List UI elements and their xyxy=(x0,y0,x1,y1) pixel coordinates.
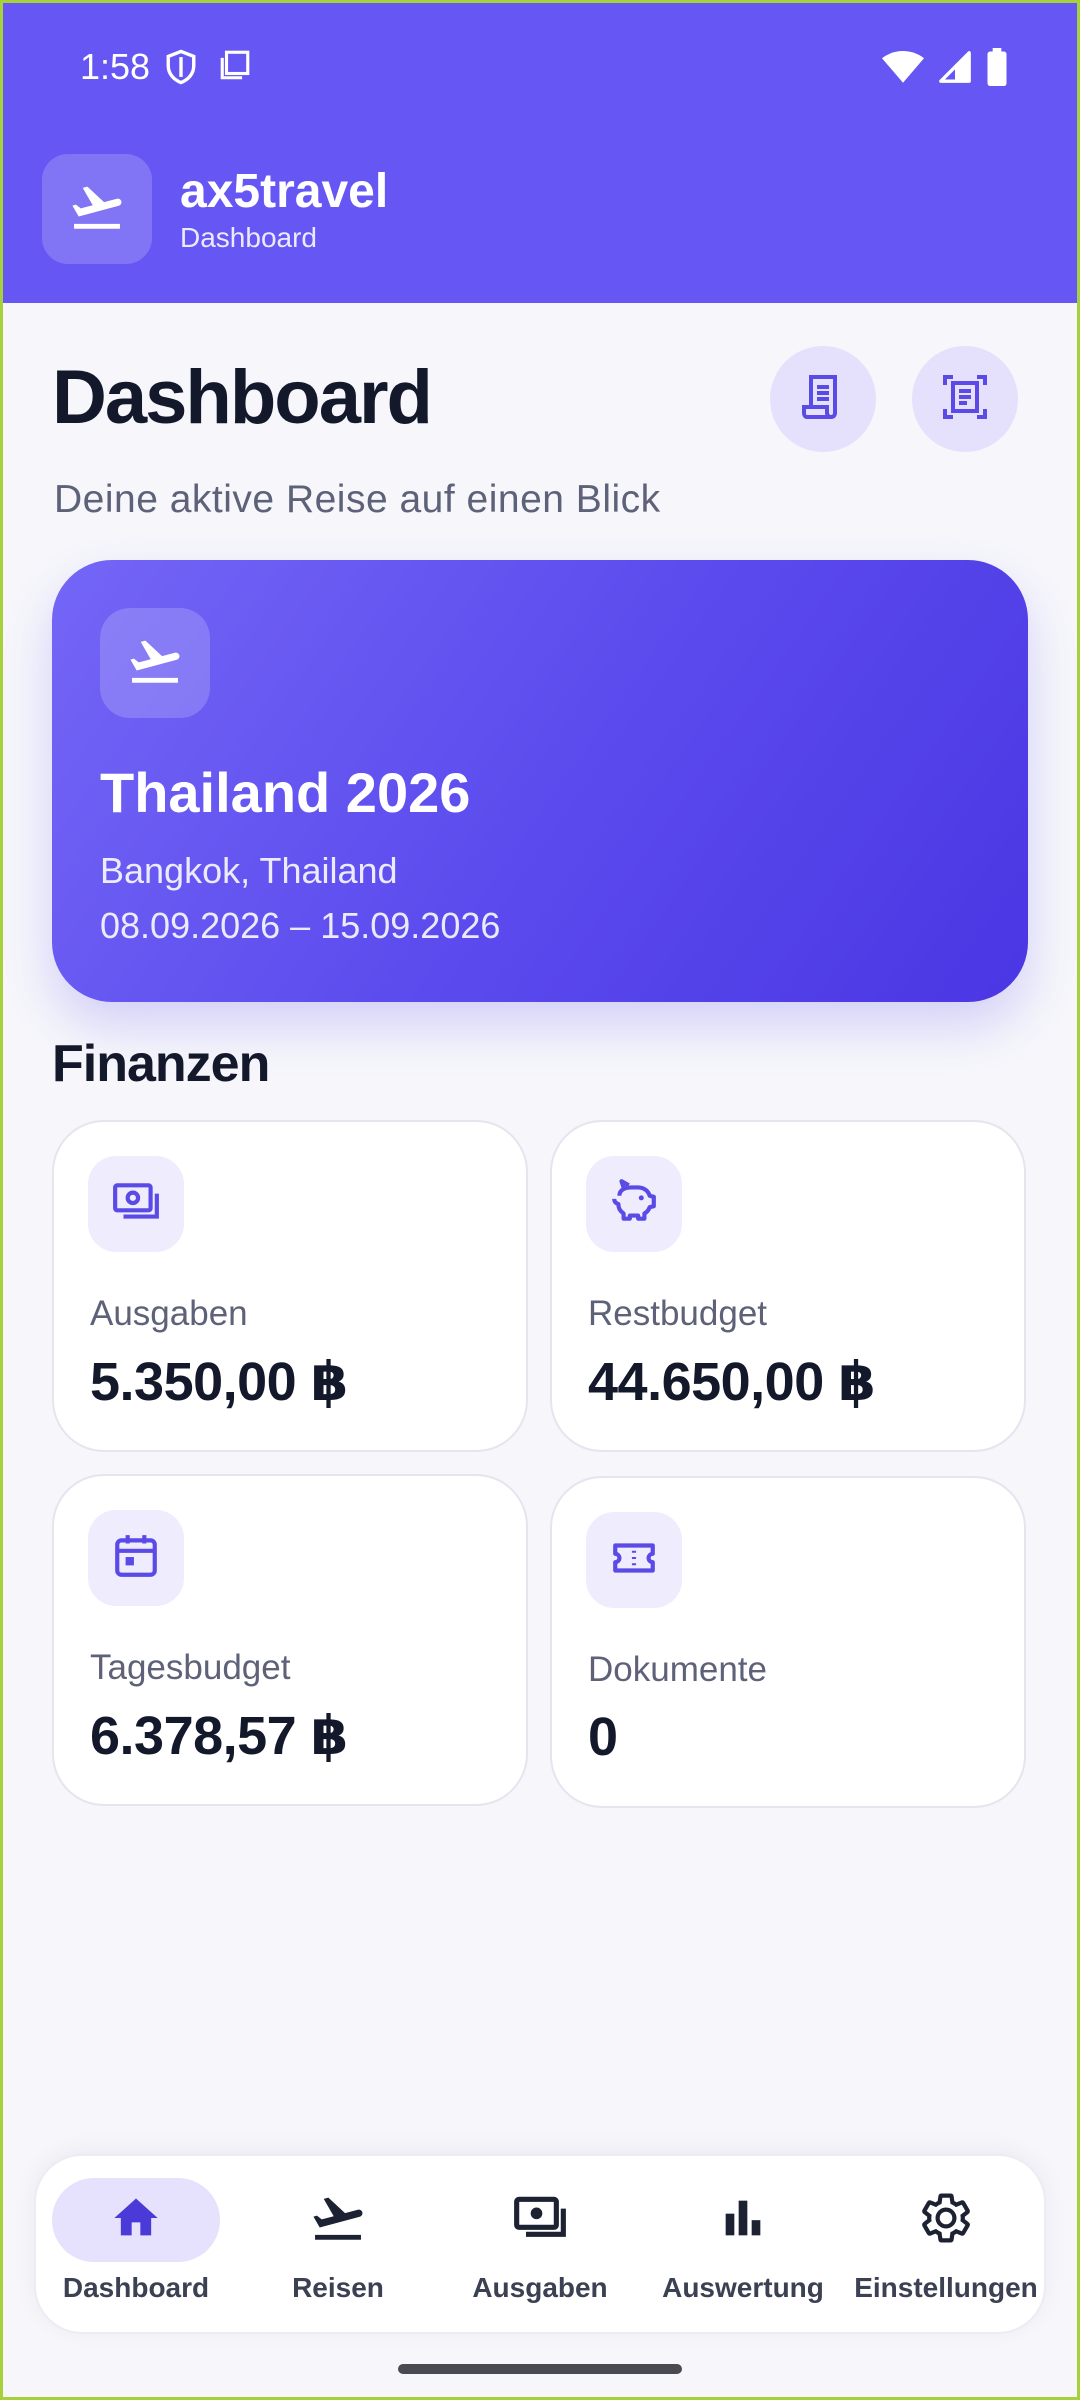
documents-icon-badge xyxy=(586,1512,682,1608)
nav-label: Einstellungen xyxy=(854,2272,1038,2303)
remaining-budget-icon-badge xyxy=(586,1156,682,1252)
daily-budget-icon-badge xyxy=(88,1510,184,1606)
documents-card[interactable]: Dokumente 0 xyxy=(550,1476,1026,1808)
nav-item-ausgaben[interactable]: Ausgaben xyxy=(440,2156,640,2336)
nav-icon-holder xyxy=(862,2178,1030,2262)
home-icon xyxy=(110,2192,162,2249)
app-bar-subtitle: Dashboard xyxy=(180,222,317,253)
nav-item-auswertung[interactable]: Auswertung xyxy=(643,2156,843,2336)
piggy-bank-icon xyxy=(609,1177,659,1232)
active-trip-card[interactable]: Thailand 2026 Bangkok, Thailand 08.09.20… xyxy=(52,560,1028,1002)
trip-icon-badge xyxy=(100,608,210,718)
copy-icon xyxy=(218,48,252,86)
page-subtitle: Deine aktive Reise auf einen Blick xyxy=(54,478,661,521)
receipt-button[interactable] xyxy=(770,346,876,452)
flight-takeoff-icon xyxy=(126,632,184,695)
daily-budget-label: Tagesbudget xyxy=(90,1648,291,1687)
finances-title: Finanzen xyxy=(52,1035,270,1093)
nav-icon-holder xyxy=(659,2178,827,2262)
battery-icon xyxy=(986,48,1008,86)
bottom-navigation: Dashboard Reisen Ausgaben Auswertung Ein… xyxy=(34,2154,1046,2334)
status-icons-left xyxy=(164,48,252,86)
document-scanner-button[interactable] xyxy=(912,346,1018,452)
expenses-label: Ausgaben xyxy=(90,1294,248,1333)
nav-label: Reisen xyxy=(292,2272,384,2303)
signal-icon xyxy=(938,50,972,84)
remaining-budget-value: 44.650,00 ฿ xyxy=(588,1352,876,1412)
documents-value: 0 xyxy=(588,1707,618,1767)
nav-item-einstellungen[interactable]: Einstellungen xyxy=(846,2156,1046,2336)
payments-icon xyxy=(512,2190,568,2251)
app-name: ax5travel xyxy=(180,165,389,218)
wifi-icon xyxy=(882,50,924,84)
daily-budget-value: 6.378,57 ฿ xyxy=(90,1706,348,1766)
nav-item-reisen[interactable]: Reisen xyxy=(238,2156,438,2336)
flight-takeoff-icon xyxy=(309,2189,367,2252)
gear-icon xyxy=(918,2190,974,2251)
app-bar: 1:58 ax5travel Dashboard xyxy=(0,0,1080,303)
page-title: Dashboard xyxy=(52,355,433,440)
remaining-budget-card[interactable]: Restbudget 44.650,00 ฿ xyxy=(550,1120,1026,1452)
bar-chart-icon xyxy=(717,2192,769,2249)
trip-location: Bangkok, Thailand xyxy=(100,850,398,891)
nav-icon-holder xyxy=(254,2178,422,2262)
nav-icon-holder xyxy=(456,2178,624,2262)
document-scanner-icon xyxy=(941,373,989,426)
home-indicator[interactable] xyxy=(398,2364,682,2374)
trip-dates: 08.09.2026 – 15.09.2026 xyxy=(100,905,501,946)
flight-takeoff-icon xyxy=(68,178,126,241)
expenses-value: 5.350,00 ฿ xyxy=(90,1352,348,1412)
shield-icon xyxy=(164,48,198,86)
status-icons-right xyxy=(882,48,1008,86)
status-time: 1:58 xyxy=(80,46,151,87)
nav-item-dashboard[interactable]: Dashboard xyxy=(36,2156,236,2336)
expenses-icon-badge xyxy=(88,1156,184,1252)
trip-name: Thailand 2026 xyxy=(100,761,471,824)
documents-label: Dokumente xyxy=(588,1650,767,1689)
app-logo xyxy=(42,154,152,264)
nav-label: Auswertung xyxy=(662,2272,824,2303)
receipt-icon xyxy=(799,373,847,426)
ticket-icon xyxy=(609,1533,659,1588)
nav-label: Dashboard xyxy=(62,2272,210,2303)
payments-icon xyxy=(111,1177,161,1232)
calendar-icon xyxy=(111,1531,161,1586)
nav-active-indicator xyxy=(52,2178,220,2262)
expenses-card[interactable]: Ausgaben 5.350,00 ฿ xyxy=(52,1120,528,1452)
remaining-budget-label: Restbudget xyxy=(588,1294,768,1333)
daily-budget-card[interactable]: Tagesbudget 6.378,57 ฿ xyxy=(52,1474,528,1806)
nav-label: Ausgaben xyxy=(472,2272,608,2303)
